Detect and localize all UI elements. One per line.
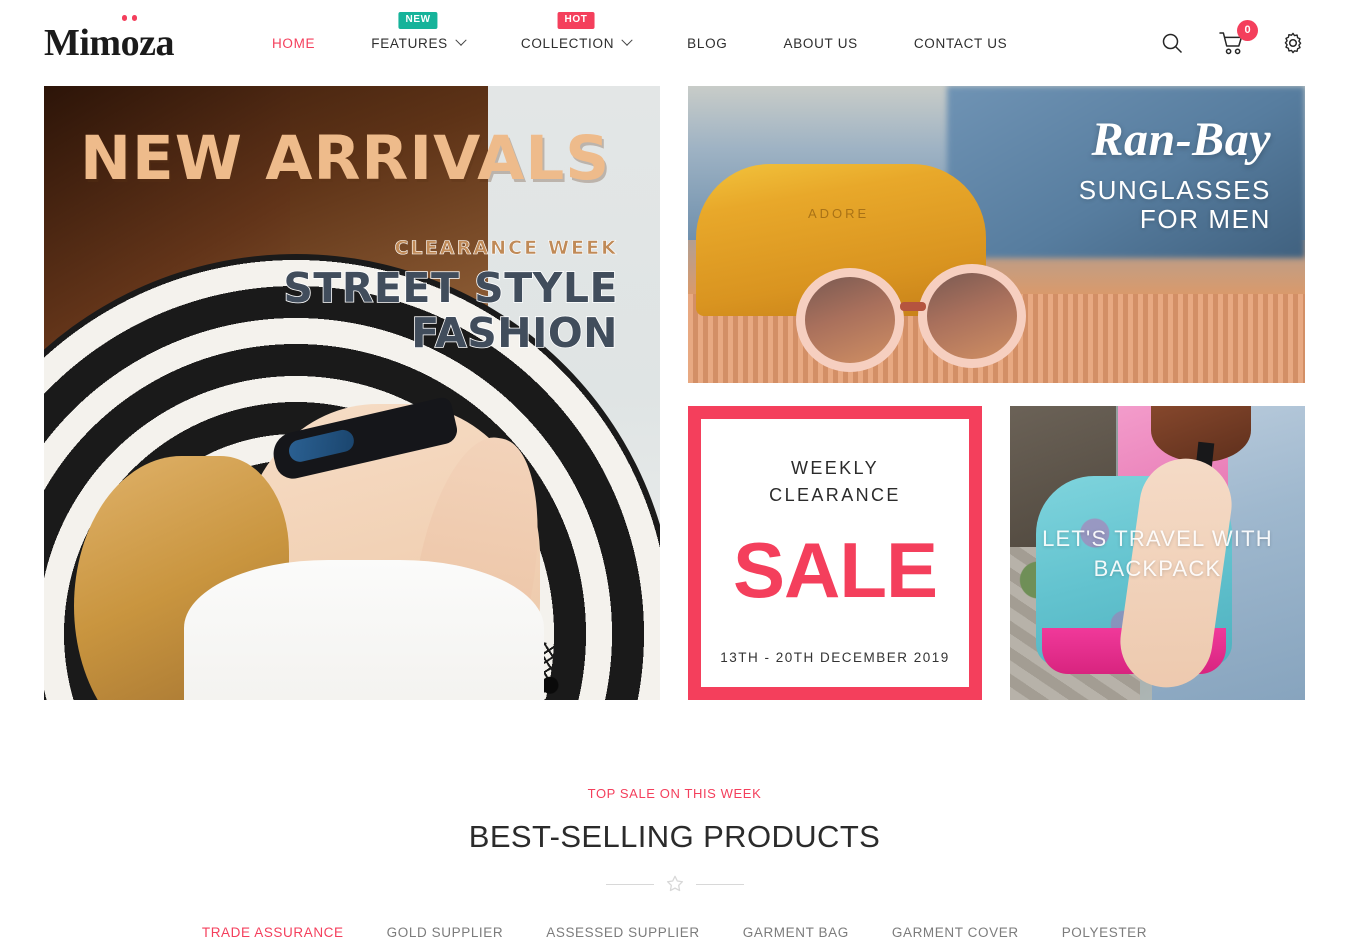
hero-line-2: FASHION bbox=[410, 309, 618, 358]
sale-line-2: CLEARANCE bbox=[769, 485, 901, 505]
logo-dot-right bbox=[131, 15, 138, 21]
chevron-down-icon bbox=[455, 34, 467, 46]
backpack-line-2: BACKPACK bbox=[1093, 555, 1222, 581]
section-title: BEST-SELLING PRODUCTS bbox=[468, 819, 881, 854]
nav-item-about-us[interactable]: ABOUT US bbox=[783, 0, 857, 86]
nav-label: FEATURES bbox=[371, 35, 448, 51]
glasses-bridge bbox=[900, 302, 926, 311]
nav-label: BLOG bbox=[687, 35, 728, 51]
backpack-line-1: LET'S TRAVEL WITH bbox=[1042, 526, 1273, 551]
lens-right bbox=[918, 264, 1026, 368]
sunglasses-banner[interactable]: ADORE Ran-Bay SUNGLASSES FOR MEN bbox=[688, 86, 1305, 383]
nav-label: CONTACT US bbox=[913, 35, 1008, 51]
logo-umlaut-letter: o bbox=[121, 15, 140, 62]
best-selling-section: TOP SALE ON THIS WEEK BEST-SELLING PRODU… bbox=[0, 786, 1349, 940]
settings-button[interactable] bbox=[1281, 31, 1305, 55]
banner-grid: NEW ARRIVALS CLEARANCE WEEK STREET STYLE… bbox=[44, 86, 1305, 706]
star-divider bbox=[0, 873, 1349, 895]
badge-new: NEW bbox=[398, 12, 438, 29]
divider-line-right bbox=[695, 883, 744, 885]
sale-banner[interactable]: WEEKLY CLEARANCE SALE 13TH - 20TH DECEMB… bbox=[688, 406, 982, 700]
site-header: Mim oza HOME NEW FEATURES HOT COLLECTION … bbox=[0, 0, 1349, 86]
nav-label: HOME bbox=[271, 35, 316, 51]
nav-item-home[interactable]: HOME bbox=[272, 0, 315, 86]
hero-kicker: CLEARANCE WEEK bbox=[394, 237, 618, 260]
nav-item-contact-us[interactable]: CONTACT US bbox=[914, 0, 1008, 86]
sale-dates: 13TH - 20TH DECEMBER 2019 bbox=[720, 650, 950, 665]
cart-count-badge: 0 bbox=[1237, 19, 1258, 41]
lens-left bbox=[796, 268, 904, 372]
logo-prefix: Mim bbox=[44, 22, 121, 64]
case-brand-label: ADORE bbox=[808, 206, 870, 221]
hero-headline: NEW ARRIVALS bbox=[80, 123, 611, 194]
sale-line-1: WEEKLY bbox=[790, 458, 880, 478]
section-eyebrow: TOP SALE ON THIS WEEK bbox=[587, 786, 762, 801]
search-icon bbox=[1162, 33, 1183, 54]
star-icon bbox=[666, 875, 683, 892]
nav-item-features[interactable]: NEW FEATURES bbox=[371, 0, 467, 86]
nav-item-blog[interactable]: BLOG bbox=[687, 0, 727, 86]
backpack-text-overlay: LET'S TRAVEL WITH BACKPACK bbox=[1010, 524, 1305, 583]
hero-subblock: CLEARANCE WEEK STREET STYLE FASHION bbox=[80, 237, 624, 358]
divider-line-left bbox=[605, 883, 654, 885]
hero-text-overlay: NEW ARRIVALS CLEARANCE WEEK STREET STYLE… bbox=[44, 86, 660, 700]
sunglasses-product bbox=[796, 264, 1028, 378]
badge-hot: HOT bbox=[557, 12, 595, 29]
nav-label: COLLECTION bbox=[520, 35, 615, 51]
backpack-banner[interactable]: LET'S TRAVEL WITH BACKPACK bbox=[1010, 406, 1305, 700]
sunglasses-text-overlay: Ran-Bay SUNGLASSES FOR MEN bbox=[1079, 116, 1271, 234]
header-actions: 0 bbox=[1160, 19, 1305, 56]
nav-label: ABOUT US bbox=[783, 35, 858, 51]
logo-dot-left bbox=[121, 15, 128, 21]
main-navigation: HOME NEW FEATURES HOT COLLECTION BLOG AB… bbox=[272, 0, 1007, 86]
nav-item-collection[interactable]: HOT COLLECTION bbox=[520, 0, 633, 86]
hero-line-1: STREET STYLE bbox=[283, 264, 619, 312]
sunglasses-line-2: FOR MEN bbox=[1139, 204, 1271, 235]
cart-button[interactable]: 0 bbox=[1219, 19, 1258, 56]
sale-headline: SALE bbox=[732, 526, 938, 614]
gear-icon bbox=[1284, 32, 1302, 54]
search-button[interactable] bbox=[1160, 31, 1184, 55]
chevron-down-icon bbox=[621, 34, 633, 46]
hero-banner[interactable]: NEW ARRIVALS CLEARANCE WEEK STREET STYLE… bbox=[44, 86, 660, 700]
site-logo[interactable]: Mim oza bbox=[44, 15, 174, 64]
sunglasses-brand: Ran-Bay bbox=[1091, 113, 1271, 166]
logo-suffix: za bbox=[139, 22, 174, 64]
sunglasses-line-1: SUNGLASSES bbox=[1078, 175, 1271, 205]
